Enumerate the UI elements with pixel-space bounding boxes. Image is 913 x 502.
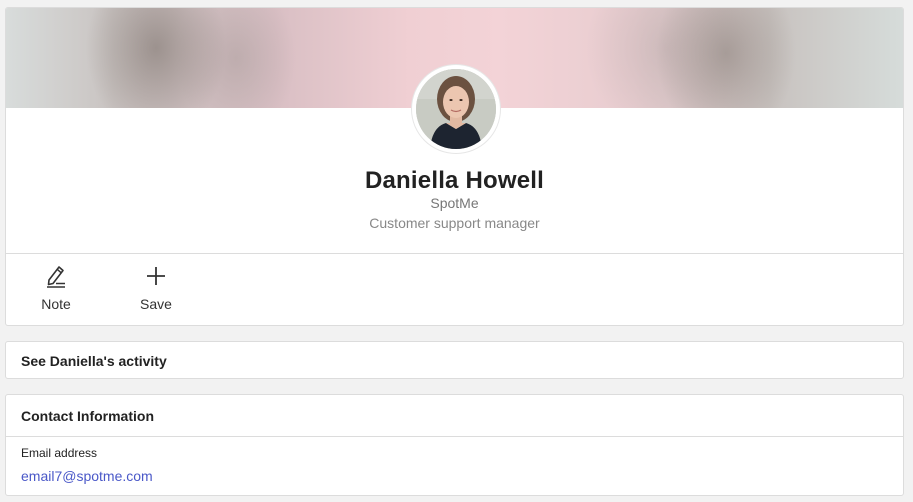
profile-role: Customer support manager [369, 215, 540, 231]
contact-title: Contact Information [21, 408, 154, 424]
note-button[interactable]: Note [21, 263, 91, 319]
divider [6, 253, 903, 254]
contact-card: Contact Information Email address email7… [5, 394, 904, 496]
profile-name: Daniella Howell [364, 167, 545, 194]
avatar-photo [416, 69, 496, 149]
save-label: Save [140, 296, 172, 312]
email-link[interactable]: email7@spotme.com [21, 468, 153, 484]
note-label: Note [41, 296, 71, 312]
activity-card[interactable]: See Daniella's activity [5, 341, 904, 379]
profile-page: Daniella Howell SpotMe Customer support … [0, 0, 913, 502]
plus-icon [143, 263, 169, 289]
activity-link[interactable]: See Daniella's activity [21, 353, 167, 369]
email-label: Email address [21, 446, 98, 460]
save-button[interactable]: Save [121, 263, 191, 319]
avatar [412, 65, 500, 153]
note-edit-icon [43, 263, 69, 289]
profile-card: Daniella Howell SpotMe Customer support … [5, 7, 904, 326]
profile-company: SpotMe [430, 195, 479, 211]
divider [6, 436, 903, 437]
